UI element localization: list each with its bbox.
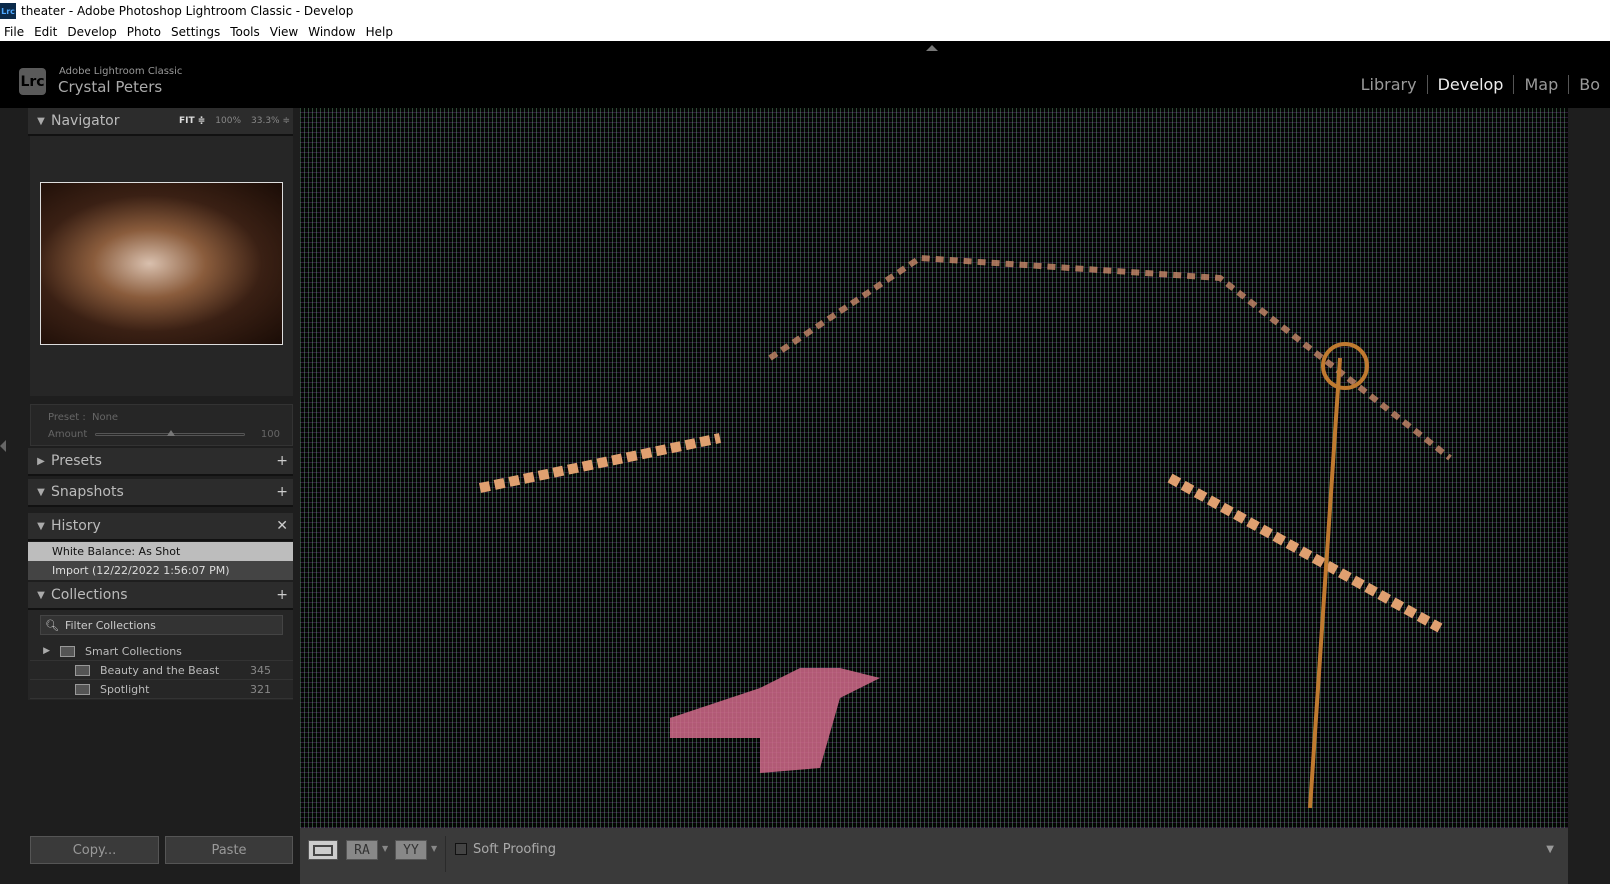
collection-icon bbox=[75, 664, 90, 676]
menu-file[interactable]: File bbox=[0, 25, 30, 39]
clear-history-icon[interactable]: ✕ bbox=[276, 518, 288, 534]
expand-triangle-icon[interactable]: ▶ bbox=[30, 646, 60, 656]
navigator-header[interactable]: ▼ Navigator FIT ≑ 100% 33.3% ≑ bbox=[28, 108, 293, 136]
collection-count: 345 bbox=[250, 663, 271, 677]
expand-triangle-icon: ▶ bbox=[37, 455, 45, 467]
history-header[interactable]: ▼ History ✕ bbox=[28, 513, 293, 541]
right-panel bbox=[1568, 108, 1610, 884]
collection-icon bbox=[75, 683, 90, 695]
preset-amount-box: Preset : None Amount 100 bbox=[30, 404, 293, 446]
menu-help[interactable]: Help bbox=[362, 25, 399, 39]
collection-set-icon bbox=[60, 645, 75, 657]
preset-value: None bbox=[92, 412, 119, 423]
module-develop[interactable]: Develop bbox=[1426, 75, 1514, 94]
toolbar: RA ▼ YY ▼ Soft Proofing ▼ bbox=[300, 828, 1568, 884]
collection-item[interactable]: Spotlight 321 bbox=[30, 680, 293, 699]
menu-view[interactable]: View bbox=[266, 25, 304, 39]
photo-content bbox=[478, 254, 1452, 809]
copy-button[interactable]: Copy... bbox=[30, 836, 159, 864]
collection-item[interactable]: Beauty and the Beast 345 bbox=[30, 661, 293, 680]
presets-title: Presets bbox=[51, 453, 102, 469]
user-name: Crystal Peters bbox=[58, 78, 163, 96]
before-after-lr-button[interactable]: RA bbox=[346, 840, 378, 860]
module-picker: Library Develop Map Bo bbox=[1351, 75, 1610, 94]
amount-label: Amount bbox=[48, 429, 88, 440]
before-after-tb-button[interactable]: YY bbox=[395, 840, 427, 860]
menu-develop[interactable]: Develop bbox=[63, 25, 122, 39]
module-library[interactable]: Library bbox=[1351, 75, 1427, 94]
menu-window[interactable]: Window bbox=[304, 25, 361, 39]
zoom-custom[interactable]: 33.3% ≑ bbox=[251, 116, 290, 126]
app-icon: Lrc bbox=[0, 3, 16, 19]
title-bar: Lrc theater - Adobe Photoshop Lightroom … bbox=[0, 0, 1610, 22]
photo-canvas[interactable] bbox=[300, 108, 1568, 828]
paste-button[interactable]: Paste bbox=[165, 836, 293, 864]
collapse-triangle-icon: ▼ bbox=[37, 589, 45, 601]
menu-tools[interactable]: Tools bbox=[226, 25, 266, 39]
add-snapshot-icon[interactable]: + bbox=[276, 484, 288, 500]
filter-placeholder: Filter Collections bbox=[64, 618, 156, 632]
divider bbox=[445, 836, 446, 872]
amount-slider-thumb[interactable] bbox=[167, 430, 175, 436]
collapse-triangle-icon: ▼ bbox=[37, 520, 45, 532]
soft-proofing-label: Soft Proofing bbox=[473, 842, 557, 857]
loupe-icon bbox=[313, 844, 333, 856]
history-item[interactable]: Import (12/22/2022 1:56:07 PM) bbox=[28, 561, 293, 580]
snapshots-header[interactable]: ▼ Snapshots + bbox=[28, 479, 293, 507]
collapse-triangle-icon: ▼ bbox=[37, 115, 45, 127]
menu-photo[interactable]: Photo bbox=[123, 25, 167, 39]
amount-value: 100 bbox=[260, 429, 280, 440]
product-name: Adobe Lightroom Classic bbox=[59, 66, 183, 77]
menu-edit[interactable]: Edit bbox=[30, 25, 63, 39]
amount-slider[interactable] bbox=[95, 430, 245, 436]
collection-name: Beauty and the Beast bbox=[100, 663, 220, 677]
history-item[interactable]: White Balance: As Shot bbox=[28, 542, 293, 561]
snapshots-title: Snapshots bbox=[51, 484, 124, 500]
menu-bar: File Edit Develop Photo Settings Tools V… bbox=[0, 22, 1610, 41]
window-title: theater - Adobe Photoshop Lightroom Clas… bbox=[21, 4, 354, 18]
history-title: History bbox=[51, 518, 101, 534]
collections-header[interactable]: ▼ Collections + bbox=[28, 582, 293, 610]
add-collection-icon[interactable]: + bbox=[276, 587, 288, 603]
dropdown-icon[interactable]: ▼ bbox=[382, 844, 388, 853]
expand-left-panel-icon[interactable] bbox=[0, 440, 6, 452]
lrc-logo: Lrc bbox=[19, 68, 46, 95]
navigator-title: Navigator bbox=[51, 113, 120, 129]
zoom-fit[interactable]: FIT ≑ bbox=[179, 116, 205, 126]
collection-item[interactable]: ▶ Smart Collections bbox=[30, 642, 293, 661]
navigator-thumbnail[interactable] bbox=[40, 182, 283, 345]
search-icon: 🔍︎ bbox=[45, 618, 59, 632]
collapse-triangle-icon: ▼ bbox=[37, 486, 45, 498]
menu-settings[interactable]: Settings bbox=[167, 25, 226, 39]
dropdown-icon[interactable]: ▼ bbox=[431, 844, 437, 853]
filter-collections-input[interactable]: 🔍︎ Filter Collections bbox=[40, 615, 283, 635]
collections-title: Collections bbox=[51, 587, 128, 603]
soft-proofing-checkbox[interactable] bbox=[455, 843, 467, 855]
preset-label: Preset : bbox=[48, 412, 86, 423]
collection-name: Smart Collections bbox=[85, 644, 182, 658]
collapse-top-panel-icon[interactable] bbox=[926, 45, 938, 51]
toolbar-menu-icon[interactable]: ▼ bbox=[1546, 844, 1554, 855]
collection-name: Spotlight bbox=[100, 682, 150, 696]
zoom-100[interactable]: 100% bbox=[215, 116, 241, 126]
identity-plate: Lrc Adobe Lightroom Classic Crystal Pete… bbox=[0, 41, 1610, 108]
loupe-view-button[interactable] bbox=[308, 840, 338, 860]
add-preset-icon[interactable]: + bbox=[276, 453, 288, 469]
collection-count: 321 bbox=[250, 682, 271, 696]
module-book[interactable]: Bo bbox=[1568, 75, 1610, 94]
presets-header[interactable]: ▶ Presets + bbox=[28, 448, 293, 476]
module-map[interactable]: Map bbox=[1513, 75, 1568, 94]
